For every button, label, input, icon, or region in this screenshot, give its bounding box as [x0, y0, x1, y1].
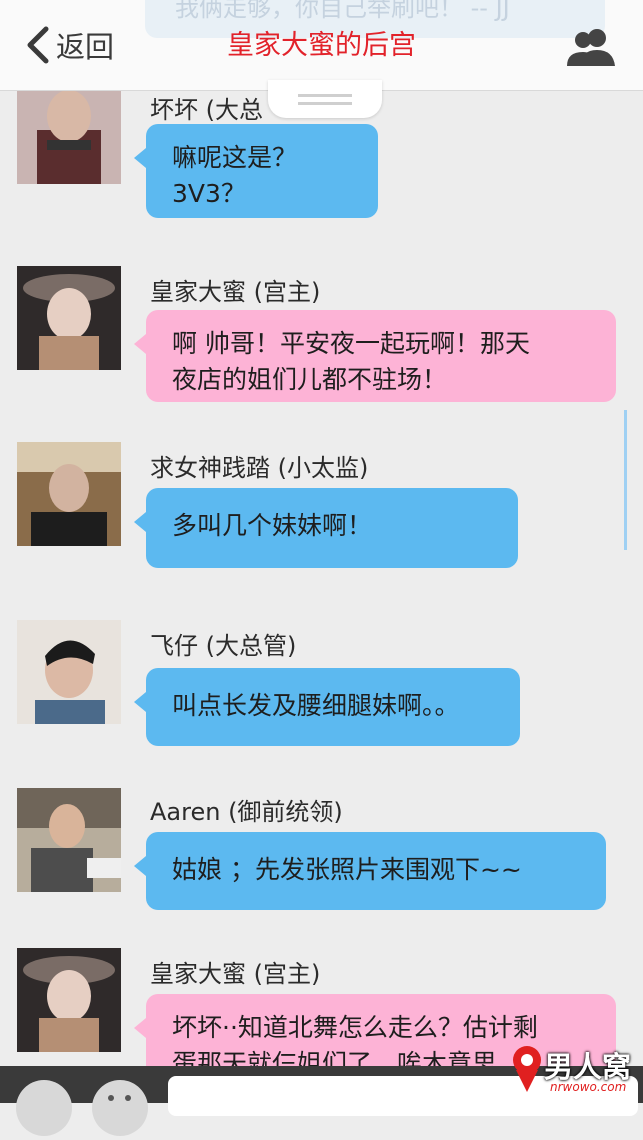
message-bubble[interactable]: 姑娘 ；先发张照片来围观下~~ — [134, 832, 606, 910]
avatar-image — [17, 788, 121, 892]
avatar-image — [17, 80, 121, 184]
message-text: 姑娘 ；先发张照片来围观下~~ — [172, 855, 522, 884]
sender-name: 求女神践踏 (小太监) — [150, 454, 369, 482]
message-bubble[interactable]: 嘛呢这是？ 3V3？ — [134, 124, 378, 218]
avatar-image — [17, 620, 121, 724]
watermark: 男人窝 nrwowo.com — [510, 1040, 640, 1100]
avatar[interactable] — [17, 442, 121, 546]
emoji-icon[interactable] — [92, 1080, 148, 1136]
avatar-image — [17, 948, 121, 1052]
group-icon[interactable] — [565, 26, 617, 66]
avatar[interactable] — [17, 948, 121, 1052]
sender-name: 坏坏 (大总 — [150, 96, 263, 124]
scroll-indicator — [624, 410, 627, 550]
watermark-url: nrwowo.com — [550, 1080, 627, 1094]
sender-name: 皇家大蜜 (宫主) — [150, 960, 321, 988]
sender-name: 飞仔 (大总管) — [150, 632, 297, 660]
message-bubble[interactable]: 啊 帅哥！平安夜一起玩啊！那天 夜店的姐们儿都不驻场！ — [134, 310, 616, 402]
handle-line — [298, 94, 352, 97]
avatar[interactable] — [17, 620, 121, 724]
handle-line — [298, 102, 352, 105]
avatar-image — [17, 266, 121, 370]
message-bubble[interactable]: 多叫几个妹妹啊！ — [134, 488, 518, 568]
emoji-face — [108, 1095, 131, 1101]
avatar-image — [17, 442, 121, 546]
sender-name: 皇家大蜜 (宫主) — [150, 278, 321, 306]
sender-name: Aaren (御前统领) — [150, 798, 343, 826]
message-bubble[interactable]: 叫点长发及腰细腿妹啊。。 — [134, 668, 520, 746]
avatar[interactable] — [17, 266, 121, 370]
voice-icon[interactable] — [16, 1080, 72, 1136]
message-text: 多叫几个妹妹啊！ — [172, 511, 373, 540]
message-text: 啊 帅哥！平安夜一起玩啊！那天 夜店的姐们儿都不驻场！ — [172, 329, 530, 394]
avatar[interactable] — [17, 80, 121, 184]
message-text: 嘛呢这是？ 3V3？ — [172, 143, 298, 208]
message-text: 叫点长发及腰细腿妹啊。。 — [172, 691, 460, 720]
top-bar: 我俩走够，你自己举刷吧！ -- JJ 返回 皇家大蜜的后宫 — [0, 0, 643, 91]
pin-logo-icon — [513, 1046, 541, 1092]
page-title: 皇家大蜜的后宫 — [227, 30, 416, 61]
avatar[interactable] — [17, 788, 121, 892]
pull-down-handle[interactable] — [268, 80, 382, 118]
